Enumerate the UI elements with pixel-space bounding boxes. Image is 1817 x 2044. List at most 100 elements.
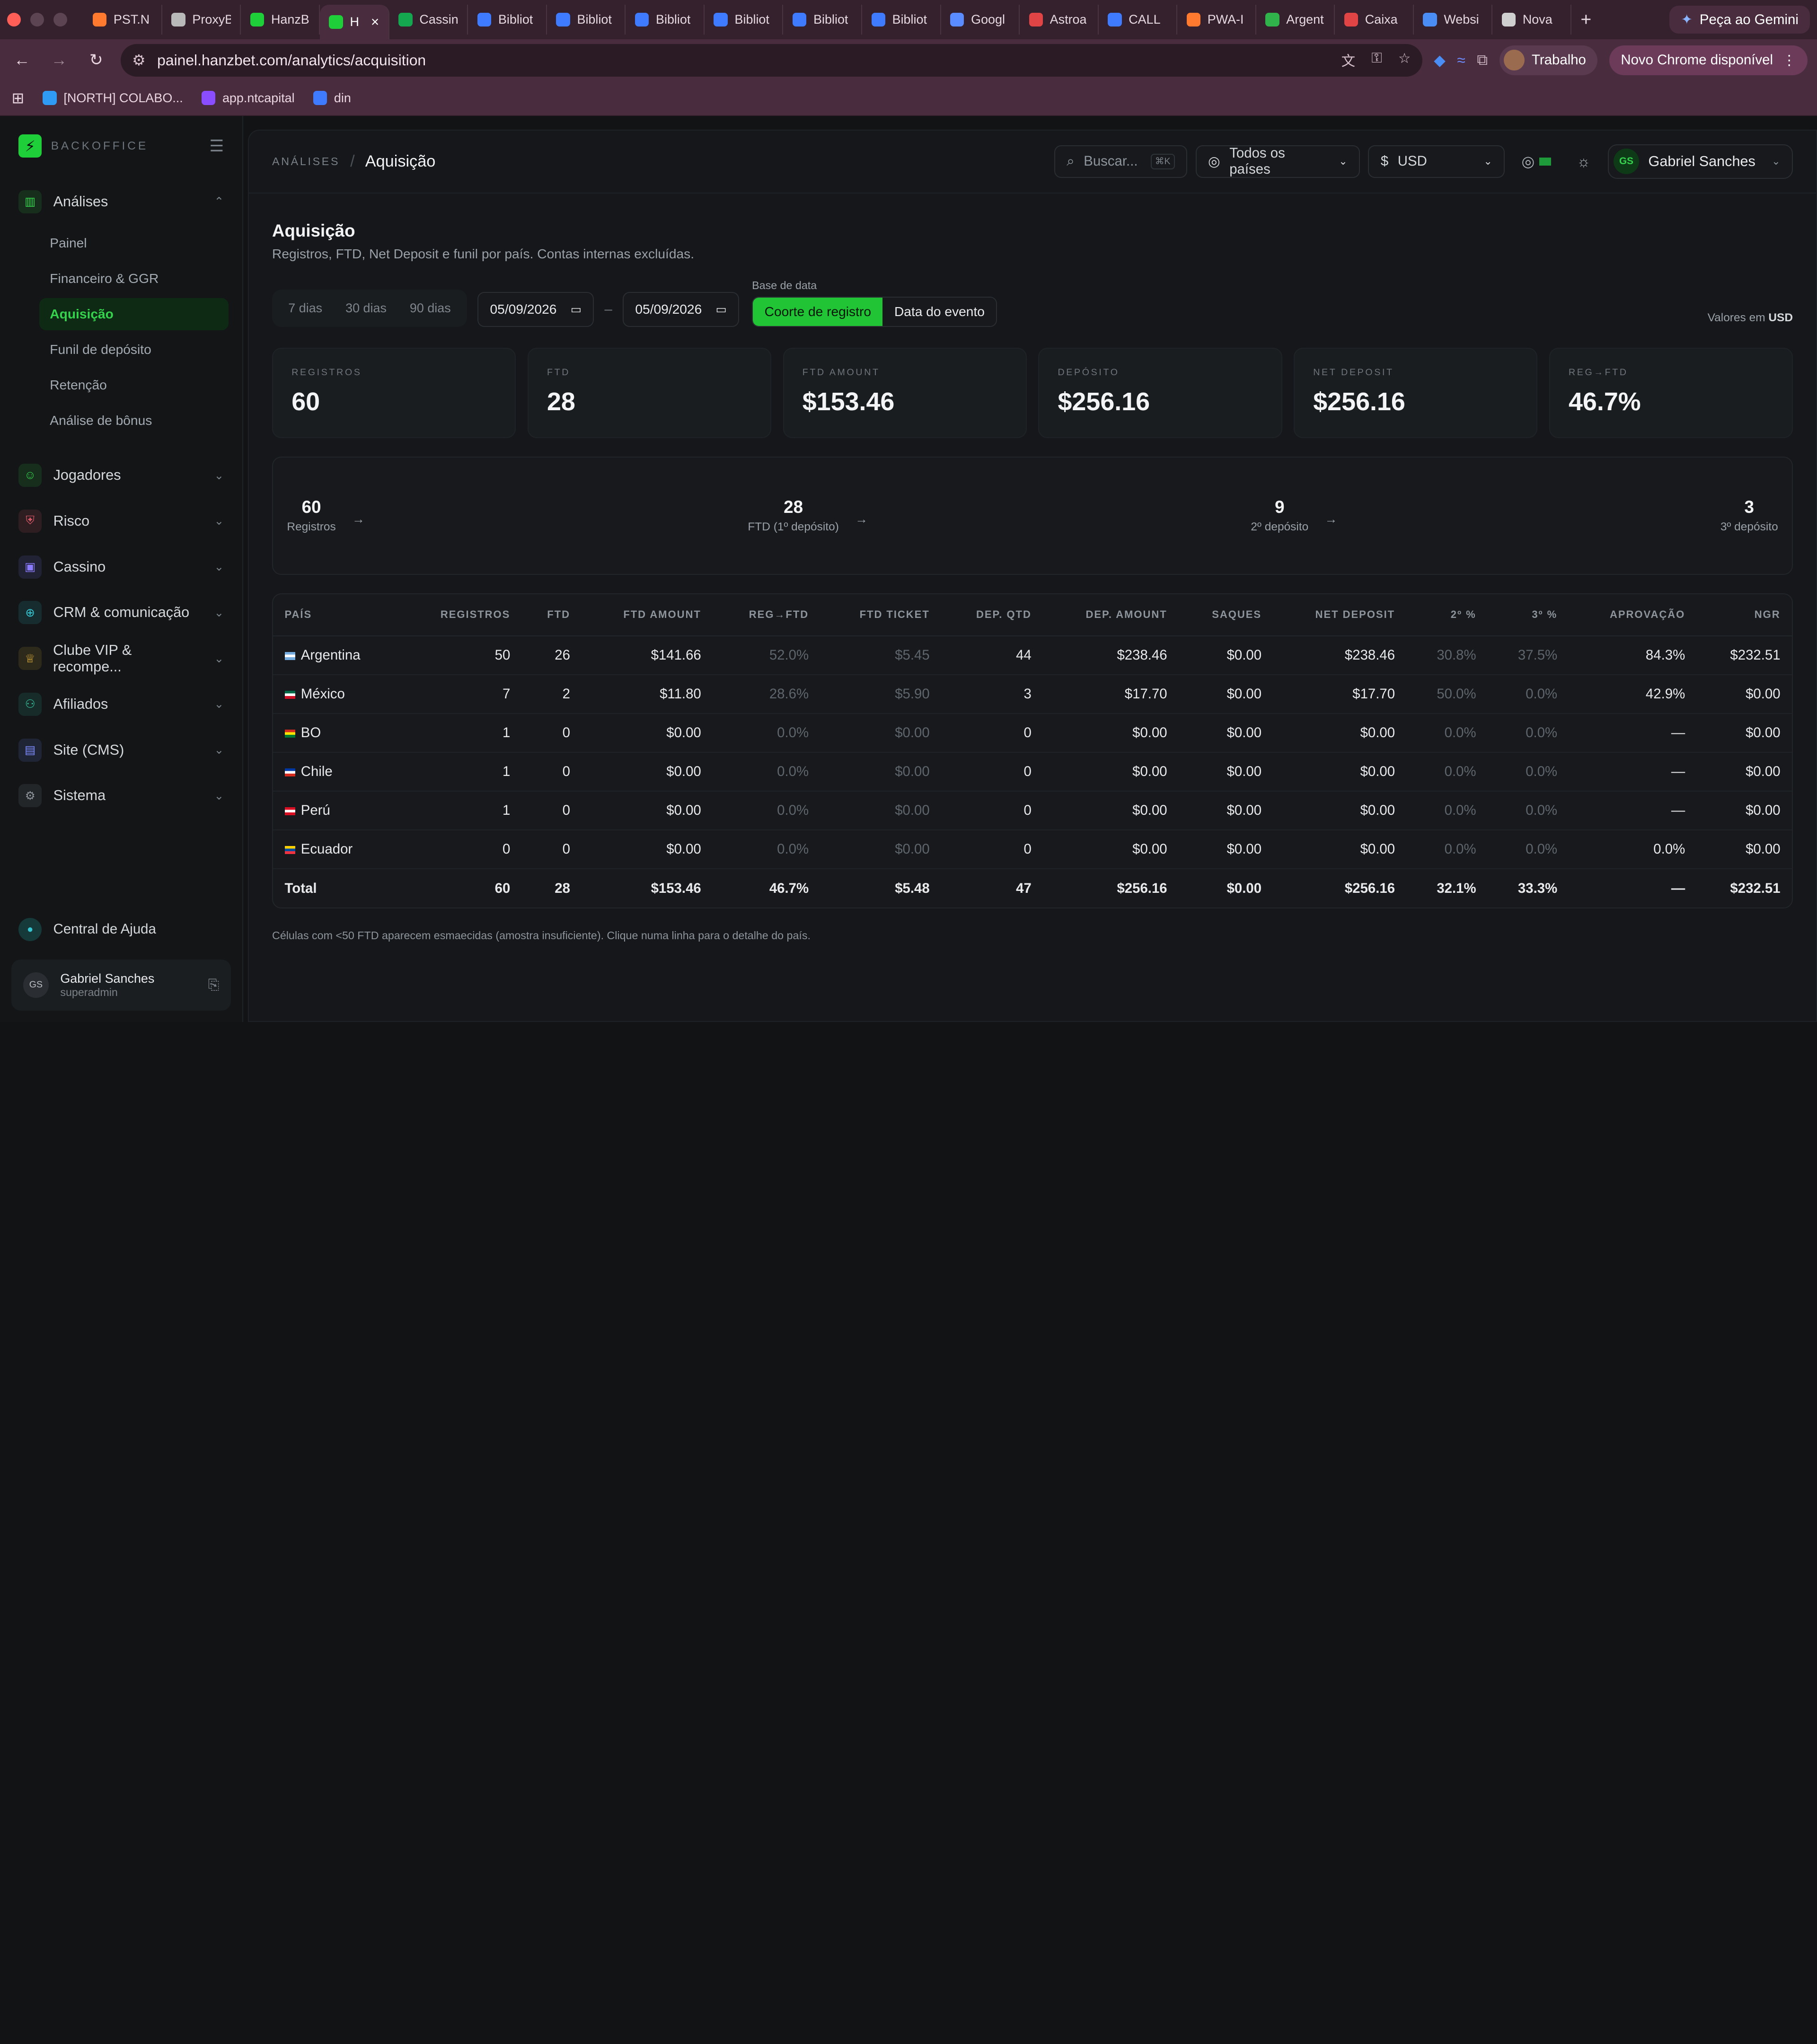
date-base-option[interactable]: Data do evento [882, 297, 997, 326]
language-button[interactable]: ◎ [1513, 145, 1560, 178]
browser-tab[interactable]: Argent [1256, 4, 1335, 35]
column-header[interactable]: 3º % [1488, 594, 1569, 636]
column-header[interactable]: PAÍS [273, 594, 402, 636]
browser-tab[interactable]: Bibliot [783, 4, 862, 35]
browser-tab[interactable]: Bibliot [705, 4, 784, 35]
date-preset-button[interactable]: 90 dias [398, 301, 462, 316]
theme-toggle[interactable]: ☼ [1568, 145, 1600, 178]
browser-tab[interactable]: Bibliot [468, 4, 547, 35]
browser-tab[interactable]: Bibliot [547, 4, 626, 35]
address-bar[interactable]: ⚙ painel.hanzbet.com/analytics/acquisiti… [120, 44, 1422, 77]
date-preset-button[interactable]: 7 dias [277, 301, 334, 316]
column-header[interactable]: SAQUES [1179, 594, 1273, 636]
sidebar-item[interactable]: Financeiro & GGR [39, 263, 229, 295]
window-controls [7, 12, 67, 27]
date-preset-button[interactable]: 30 dias [334, 301, 398, 316]
browser-tab[interactable]: CALL [1099, 4, 1178, 35]
bookmark-item[interactable]: din [313, 91, 351, 106]
column-header[interactable]: DEP. AMOUNT [1043, 594, 1179, 636]
sidebar-item[interactable]: Análise de bônus [39, 405, 229, 437]
back-icon[interactable]: ← [9, 51, 35, 70]
collapse-sidebar-icon[interactable]: ☰ [209, 137, 224, 156]
extension-wave-icon[interactable]: ≈ [1457, 52, 1465, 69]
site-info-icon[interactable]: ⚙ [132, 51, 146, 69]
sidebar-item[interactable]: Funil de depósito [39, 334, 229, 366]
browser-tab[interactable]: Nova [1492, 4, 1571, 35]
sidebar-item[interactable]: Retenção [39, 369, 229, 402]
chrome-update-button[interactable]: Novo Chrome disponível ⋮ [1609, 45, 1808, 76]
new-tab-button[interactable]: + [1580, 9, 1591, 30]
help-center-link[interactable]: ● Central de Ajuda [0, 908, 242, 950]
sidebar-group-analises[interactable]: ▥ Análises ⌃ [0, 181, 242, 222]
table-cell: $0.00 [1696, 675, 1792, 714]
browser-tab[interactable]: HanzB [241, 4, 320, 35]
sidebar-item[interactable]: Painel [39, 227, 229, 260]
bookmark-item[interactable]: [NORTH] COLABO... [43, 91, 183, 106]
table-cell: — [1569, 791, 1697, 831]
column-header[interactable]: 2º % [1406, 594, 1488, 636]
column-header[interactable]: REGISTROS [401, 594, 522, 636]
column-header[interactable]: REG→FTD [713, 594, 820, 636]
browser-tab[interactable]: Ha × [319, 4, 389, 40]
close-tab-icon[interactable]: × [371, 14, 379, 30]
table-row[interactable]: BO 1 0 $0.00 0.0% $0.00 0 $0.00 $0.00 $0.00 0.0% 0.… [273, 714, 1792, 753]
table-row[interactable]: México 7 2 $11.80 28.6% $5.90 3 $17.70 $0.00 $17.… [273, 675, 1792, 714]
reload-icon[interactable]: ↻ [83, 51, 109, 70]
sidebar-group-item[interactable]: ⚙ Sistema ⌄ [0, 774, 242, 818]
sidebar-group-item[interactable]: ⊕ CRM & comunicação ⌄ [0, 591, 242, 634]
date-from-input[interactable]: 05/09/2026 ▭ [477, 292, 594, 327]
column-header[interactable]: FTD TICKET [820, 594, 942, 636]
table-row[interactable]: Perú 1 0 $0.00 0.0% $0.00 0 $0.00 $0.00 $0.00 0.0%… [273, 791, 1792, 831]
user-menu-button[interactable]: GS Gabriel Sanches ⌄ [1608, 144, 1793, 179]
translate-icon[interactable]: 文 [1341, 50, 1355, 70]
logout-icon[interactable]: ⎘ [208, 977, 220, 993]
maximize-window-button[interactable] [53, 12, 67, 27]
sidebar-group-item[interactable]: ▤ Site (CMS) ⌄ [0, 728, 242, 772]
forward-icon[interactable]: → [46, 51, 72, 70]
browser-tab[interactable]: PST.N [83, 4, 162, 35]
tab-title: ProxyB [192, 12, 231, 27]
sidebar-group-item[interactable]: ♕ Clube VIP & recompe... ⌄ [0, 637, 242, 680]
column-header[interactable]: NGR [1696, 594, 1792, 636]
browser-tab[interactable]: Astroa [1020, 4, 1099, 35]
browser-tab[interactable]: Caixa [1335, 4, 1414, 35]
browser-tab[interactable]: Bibliot [626, 4, 705, 35]
column-header[interactable]: NET DEPOSIT [1273, 594, 1407, 636]
sidebar-item[interactable]: Aquisição [39, 298, 229, 331]
date-to-input[interactable]: 05/09/2026 ▭ [622, 292, 740, 327]
apps-grid-icon[interactable]: ⊞ [11, 89, 24, 107]
browser-tab[interactable]: Cassin [389, 4, 468, 35]
table-row[interactable]: Chile 1 0 $0.00 0.0% $0.00 0 $0.00 $0.00 $0.00 0.0… [273, 752, 1792, 792]
minimize-window-button[interactable] [30, 12, 44, 27]
search-input[interactable]: ⌕ Buscar... ⌘K [1054, 145, 1188, 178]
browser-tab[interactable]: ProxyB [162, 4, 241, 35]
browser-tab[interactable]: PWA-I [1177, 4, 1256, 35]
sidebar-group-item[interactable]: ▣ Cassino ⌄ [0, 545, 242, 589]
country-select[interactable]: ◎ Todos os países ⌄ [1195, 145, 1360, 178]
gemini-button[interactable]: ✦ Peça ao Gemini [1669, 6, 1810, 34]
breadcrumb-root[interactable]: ANÁLISES [272, 155, 340, 168]
browser-tab[interactable]: Bibliot [862, 4, 941, 35]
column-header[interactable]: FTD AMOUNT [582, 594, 713, 636]
browser-tab[interactable]: Googl [941, 4, 1020, 35]
sidebar-group-item[interactable]: ⛨ Risco ⌄ [0, 500, 242, 543]
sidebar-group-item[interactable]: ⚇ Afiliados ⌄ [0, 682, 242, 726]
table-row[interactable]: Argentina 50 26 $141.66 52.0% $5.45 44 $238.46 $… [273, 636, 1792, 676]
close-window-button[interactable] [7, 12, 21, 27]
column-header[interactable]: APROVAÇÃO [1569, 594, 1697, 636]
user-card[interactable]: GS Gabriel Sanches superadmin ⎘ [11, 959, 231, 1011]
profile-button[interactable]: Trabalho [1499, 45, 1598, 76]
tab-title: Argent [1286, 12, 1324, 27]
table-row[interactable]: Ecuador 0 0 $0.00 0.0% $0.00 0 $0.00 $0.00 $0.00 0… [273, 830, 1792, 870]
bookmark-item[interactable]: app.ntcapital [201, 91, 295, 106]
password-key-icon[interactable]: ⚿ [1371, 50, 1382, 70]
column-header[interactable]: FTD [521, 594, 582, 636]
extension-tag-icon[interactable]: ◆ [1434, 51, 1445, 69]
bookmark-star-icon[interactable]: ☆ [1398, 50, 1411, 70]
browser-tab[interactable]: Websi [1414, 4, 1493, 35]
extensions-puzzle-icon[interactable]: ⧉ [1477, 51, 1488, 69]
currency-select[interactable]: $ USD ⌄ [1368, 145, 1505, 178]
column-header[interactable]: DEP. QTD [941, 594, 1043, 636]
date-base-option[interactable]: Coorte de registro [753, 297, 883, 326]
sidebar-group-item[interactable]: ☺ Jogadores ⌄ [0, 454, 242, 497]
